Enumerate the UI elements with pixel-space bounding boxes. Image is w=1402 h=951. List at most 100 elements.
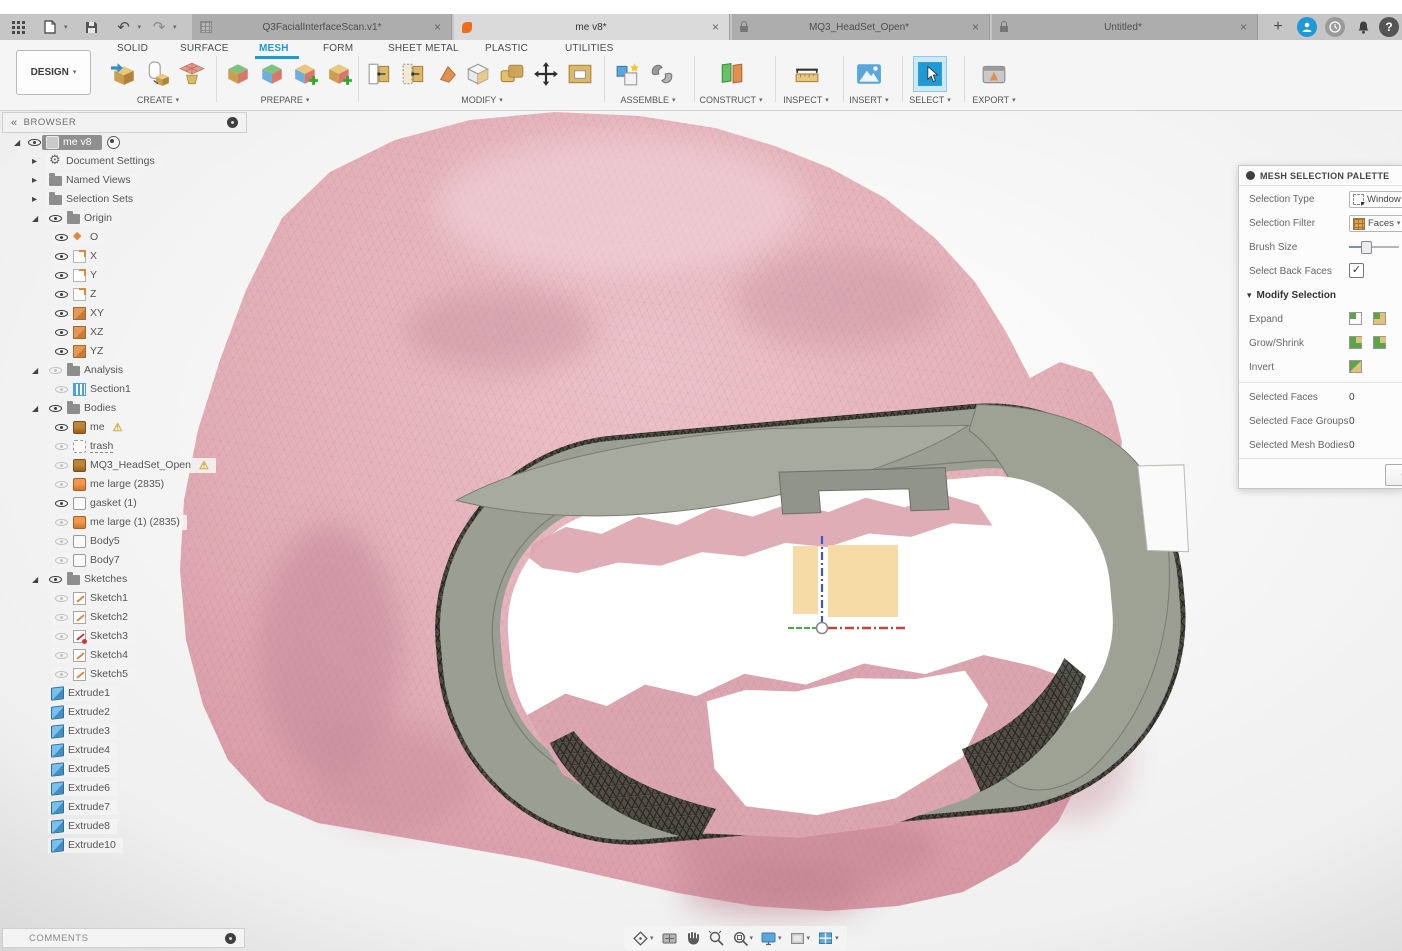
- orbit-caret-icon[interactable]: ▾: [650, 935, 654, 942]
- brush-size-slider[interactable]: [1349, 240, 1399, 254]
- redo-caret-icon[interactable]: ▾: [173, 24, 177, 31]
- visibility-eye-icon[interactable]: [55, 592, 69, 604]
- select-tool-button[interactable]: [913, 56, 947, 92]
- construct-plane-button[interactable]: [716, 57, 748, 91]
- replace-with-primitive-button[interactable]: [564, 57, 596, 91]
- modify-selection-section[interactable]: Modify Selection: [1247, 290, 1336, 301]
- tab-form[interactable]: FORM: [323, 43, 353, 54]
- app-grid-menu-icon[interactable]: [8, 17, 28, 37]
- visibility-eye-icon[interactable]: [55, 383, 69, 395]
- save-icon[interactable]: [82, 17, 102, 37]
- visibility-eye-icon[interactable]: [55, 307, 69, 319]
- tree-item[interactable]: XZ: [2, 324, 252, 340]
- viewports-caret-icon[interactable]: ▾: [835, 935, 839, 942]
- combine-button[interactable]: [496, 57, 528, 91]
- tree-item[interactable]: Sketch4: [2, 647, 252, 663]
- tree-item[interactable]: gasket (1): [2, 495, 252, 511]
- pan-hand-icon[interactable]: [685, 930, 701, 946]
- tree-item-feature[interactable]: Extrude7: [2, 799, 252, 815]
- visibility-eye-icon[interactable]: [55, 421, 69, 433]
- origin-point[interactable]: [815, 621, 829, 635]
- expand-icon[interactable]: [32, 214, 46, 223]
- plane-cut-keep-both-button[interactable]: [398, 57, 430, 91]
- export-caret-icon[interactable]: ▾: [1012, 97, 1016, 104]
- visibility-eye-icon[interactable]: [49, 402, 63, 414]
- modify-caret-icon[interactable]: ▾: [499, 97, 503, 104]
- selection-type-dropdown[interactable]: Window▾: [1349, 191, 1402, 208]
- tree-item-feature[interactable]: Extrude6: [2, 780, 252, 796]
- reduce-mesh-button[interactable]: [290, 57, 322, 91]
- expand-icon[interactable]: [32, 366, 46, 375]
- create-mesh-button[interactable]: [142, 57, 174, 91]
- tab-close-icon[interactable]: ×: [1238, 20, 1249, 34]
- visibility-eye-icon[interactable]: [28, 136, 42, 148]
- zoom-window-icon[interactable]: ▾: [732, 930, 753, 947]
- visibility-eye-icon[interactable]: [55, 497, 69, 509]
- document-tab-2-active[interactable]: me v8* ×: [454, 14, 730, 40]
- comments-options-icon[interactable]: [225, 932, 236, 944]
- tree-item[interactable]: Origin: [2, 210, 252, 226]
- tree-item[interactable]: Body5: [2, 533, 252, 549]
- tree-item-feature[interactable]: Extrude8: [2, 818, 252, 834]
- visibility-eye-icon[interactable]: [55, 440, 69, 452]
- tab-solid[interactable]: SOLID: [117, 43, 148, 54]
- tree-item[interactable]: Document Settings: [2, 153, 252, 169]
- expand-selection-icon[interactable]: [1349, 312, 1362, 325]
- move-button[interactable]: [530, 57, 562, 91]
- tab-surface[interactable]: SURFACE: [180, 43, 229, 54]
- help-icon[interactable]: ?: [1379, 17, 1399, 37]
- tessellate-button[interactable]: [176, 57, 208, 91]
- user-avatar[interactable]: [1297, 17, 1317, 37]
- palette-handle-icon[interactable]: [1246, 171, 1255, 180]
- tree-item[interactable]: me large (2835): [2, 476, 252, 492]
- assemble-caret-icon[interactable]: ▾: [672, 97, 676, 104]
- tree-item[interactable]: trash: [2, 438, 252, 454]
- create-caret-icon[interactable]: ▾: [176, 97, 180, 104]
- display-settings-icon[interactable]: ▾: [760, 930, 782, 947]
- remesh-button[interactable]: [324, 57, 356, 91]
- back-faces-checkbox[interactable]: ✓: [1349, 263, 1364, 278]
- export-button[interactable]: [978, 57, 1010, 91]
- close-button[interactable]: Close: [1385, 464, 1402, 486]
- tree-item[interactable]: X: [2, 248, 252, 264]
- tab-sheet-metal[interactable]: SHEET METAL: [388, 43, 459, 54]
- tab-plastic[interactable]: PLASTIC: [485, 43, 528, 54]
- look-at-icon[interactable]: [661, 930, 678, 947]
- expand-icon[interactable]: [32, 156, 46, 167]
- job-status-clock-icon[interactable]: [1325, 17, 1345, 37]
- tree-item-feature[interactable]: Extrude1: [2, 685, 252, 701]
- document-tab-3[interactable]: MQ3_HeadSet_Open* ×: [732, 14, 990, 40]
- tree-item[interactable]: Sketch5: [2, 666, 252, 682]
- visibility-eye-icon[interactable]: [49, 364, 63, 376]
- generate-face-groups-button[interactable]: [222, 57, 254, 91]
- visibility-eye-icon[interactable]: [55, 630, 69, 642]
- joint-button[interactable]: [646, 57, 678, 91]
- tab-utilities[interactable]: UTILITIES: [565, 43, 613, 54]
- tree-item[interactable]: Sketch3: [2, 628, 252, 644]
- visibility-eye-icon[interactable]: [55, 250, 69, 262]
- tree-item[interactable]: Named Views: [2, 172, 252, 188]
- browser-options-icon[interactable]: [227, 117, 238, 128]
- expand-all-icon[interactable]: [1373, 312, 1386, 325]
- visibility-eye-icon[interactable]: [55, 611, 69, 623]
- smooth-mesh-button[interactable]: [462, 57, 494, 91]
- visibility-eye-icon[interactable]: [55, 516, 69, 528]
- measure-button[interactable]: [791, 57, 823, 91]
- display-caret-icon[interactable]: ▾: [778, 935, 782, 942]
- tab-close-icon[interactable]: ×: [710, 20, 721, 34]
- visibility-eye-icon[interactable]: [55, 269, 69, 281]
- file-menu-icon[interactable]: [40, 17, 60, 37]
- shrink-selection-icon[interactable]: [1373, 336, 1386, 349]
- tab-close-icon[interactable]: ×: [970, 20, 981, 34]
- repair-mesh-button[interactable]: [256, 57, 288, 91]
- expand-icon[interactable]: [32, 194, 46, 205]
- expand-icon[interactable]: [14, 138, 28, 147]
- slider-thumb[interactable]: [1361, 241, 1372, 254]
- tree-item[interactable]: Selection Sets: [2, 191, 252, 207]
- insert-canvas-button[interactable]: [853, 57, 885, 91]
- grid-caret-icon[interactable]: ▾: [807, 935, 811, 942]
- visibility-eye-icon[interactable]: [55, 668, 69, 680]
- notifications-bell-icon[interactable]: [1353, 17, 1373, 37]
- expand-icon[interactable]: [32, 404, 46, 413]
- tree-item[interactable]: me large (1) (2835): [2, 514, 252, 530]
